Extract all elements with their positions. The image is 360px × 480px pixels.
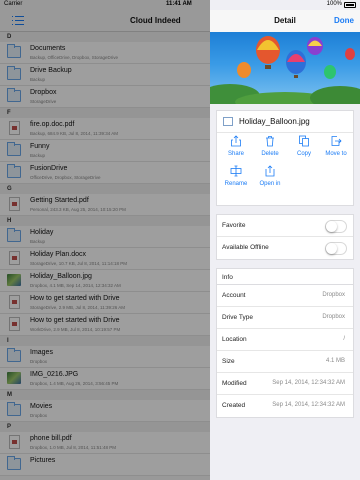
info-row-drive-type: Drive Type Dropbox xyxy=(217,307,353,329)
share-button[interactable]: Share xyxy=(219,135,253,157)
image-file-icon xyxy=(223,117,233,126)
file-title-row: Holiday_Balloon.jpg xyxy=(217,111,353,133)
info-group: Account Dropbox Drive Type Dropbox Locat… xyxy=(216,284,354,418)
status-time: 11:41 AM xyxy=(166,1,192,7)
info-label: Created xyxy=(222,402,246,409)
rename-icon xyxy=(230,165,242,177)
move-to-label: Move to xyxy=(325,151,347,157)
battery-percent: 100% xyxy=(326,1,342,7)
info-label: Drive Type xyxy=(222,314,253,321)
favorite-toggle[interactable] xyxy=(325,220,347,233)
info-label: Modified xyxy=(222,380,247,387)
info-value: Sep 14, 2014, 12:34:32 AM xyxy=(272,402,345,408)
detail-navigation-bar: Detail Done xyxy=(210,10,360,32)
info-label: Account xyxy=(222,292,246,299)
info-value: Dropbox xyxy=(322,314,345,320)
move-to-button[interactable]: Move to xyxy=(319,135,353,157)
info-value: 4.1 MB xyxy=(325,358,345,364)
info-label: Size xyxy=(222,358,235,365)
share-icon xyxy=(231,135,241,147)
offline-row: Available Offline xyxy=(217,237,353,259)
open-in-icon xyxy=(265,165,275,177)
rename-label: Rename xyxy=(224,181,248,187)
file-name: Holiday_Balloon.jpg xyxy=(239,117,310,126)
balloon-photo xyxy=(210,36,360,104)
offline-label: Available Offline xyxy=(222,244,269,251)
copy-label: Copy xyxy=(296,151,311,157)
status-bar: Carrier 11:41 AM 100% xyxy=(0,0,360,10)
info-row-modified: Modified Sep 14, 2014, 12:34:32 AM xyxy=(217,373,353,395)
info-row-size: Size 4.1 MB xyxy=(217,351,353,373)
file-card: Holiday_Balloon.jpg Share Delete Copy Mo… xyxy=(216,110,354,206)
info-value: Sep 14, 2014, 12:34:32 AM xyxy=(272,380,345,386)
copy-button[interactable]: Copy xyxy=(287,135,321,157)
carrier-label: Carrier xyxy=(4,1,23,7)
offline-toggle[interactable] xyxy=(325,242,347,255)
detail-pane: Detail Done Holiday_Balloon.jpg Share De… xyxy=(210,0,360,480)
open-in-button[interactable]: Open in xyxy=(253,165,287,187)
image-preview xyxy=(210,32,360,104)
copy-icon xyxy=(299,135,309,147)
toggle-group: Favorite Available Offline xyxy=(216,214,354,260)
info-header-label: Info xyxy=(222,274,233,281)
share-label: Share xyxy=(227,151,244,157)
info-row-account: Account Dropbox xyxy=(217,285,353,307)
info-row-created: Created Sep 14, 2014, 12:34:32 AM xyxy=(217,395,353,417)
info-value: / xyxy=(343,336,345,342)
move-icon xyxy=(331,136,342,146)
favorite-label: Favorite xyxy=(222,222,246,229)
info-row-location: Location / xyxy=(217,329,353,351)
info-value: Dropbox xyxy=(322,292,345,298)
open-in-label: Open in xyxy=(259,181,281,187)
favorite-row: Favorite xyxy=(217,215,353,237)
dim-overlay[interactable] xyxy=(0,0,210,480)
info-label: Location xyxy=(222,336,247,343)
delete-label: Delete xyxy=(261,151,279,157)
done-button[interactable]: Done xyxy=(334,16,354,25)
rename-button[interactable]: Rename xyxy=(219,165,253,187)
trash-icon xyxy=(266,136,274,147)
delete-button[interactable]: Delete xyxy=(253,135,287,157)
battery-icon xyxy=(344,2,356,8)
